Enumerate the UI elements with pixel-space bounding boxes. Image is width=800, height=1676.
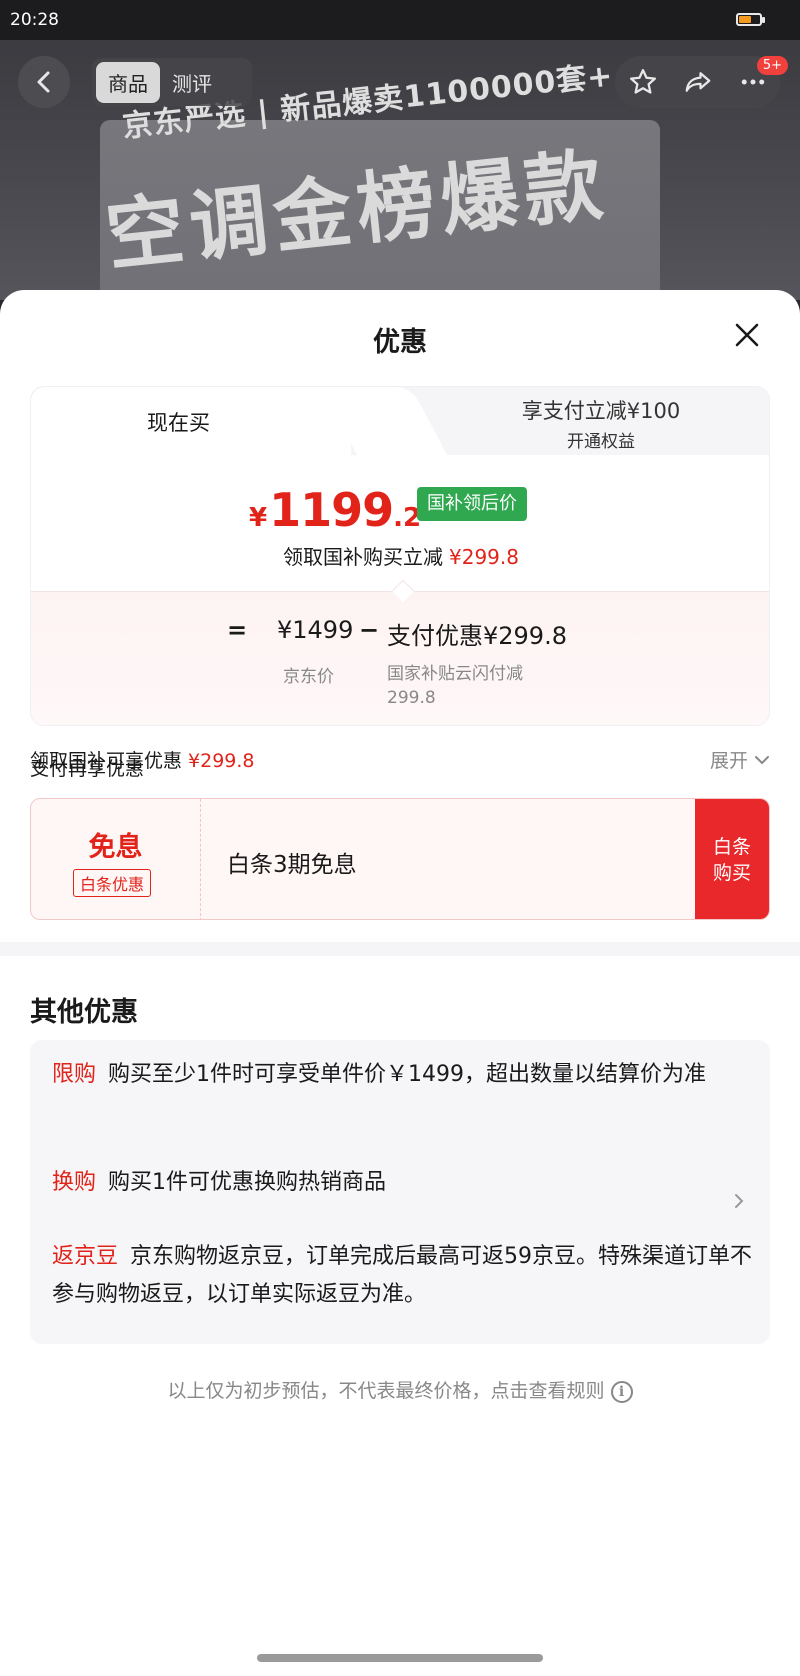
- expand-button[interactable]: 展开: [710, 746, 770, 773]
- price-currency: ¥: [249, 503, 268, 533]
- tab-pay-discount[interactable]: 享支付立减¥100 开通权益: [431, 395, 769, 452]
- tab-pay-main: 享支付立减¥100: [521, 399, 681, 423]
- star-icon[interactable]: [628, 67, 658, 97]
- baitiao-card-inner: 免息 白条优惠 白条3期免息 白条购买: [30, 798, 770, 920]
- baitiao-buy-label: 白条购买: [712, 836, 751, 884]
- info-icon: i: [610, 1380, 633, 1403]
- baitiao-desc: 白条3期免息: [227, 852, 357, 878]
- chevron-down-icon: [755, 755, 769, 764]
- footer-note-text: 以上仅为初步预估，不代表最终价格，点击查看规则: [167, 1380, 605, 1402]
- calc-pay-label: 国家补贴云闪付减299.8: [387, 664, 523, 708]
- expand-label: 展开: [709, 750, 748, 772]
- gov-subsidy-tag: 国补领后价: [417, 487, 527, 521]
- deduct-text: 领取国补购买立减: [283, 545, 443, 569]
- list-item-exchange[interactable]: 换购 购买1件可优惠换购热销商品: [52, 1164, 752, 1202]
- jingdou-tag: 返京豆: [52, 1244, 119, 1269]
- baitiao-buy-button[interactable]: 白条购买: [695, 799, 769, 919]
- baitiao-badge: 免息 白条优惠: [31, 799, 201, 919]
- status-bar: 20:28: [0, 0, 800, 40]
- gov-row-amount: ¥299.8: [188, 750, 255, 772]
- close-icon[interactable]: [730, 318, 764, 352]
- deduct-amount: ¥299.8: [449, 545, 519, 569]
- calc-jd-price: ¥1499: [277, 616, 354, 644]
- sheet-title: 优惠: [373, 327, 427, 358]
- pay-more-label: 支付再享优惠: [30, 758, 145, 780]
- list-item-limit: 限购 购买至少1件时可享受单件价￥1499，超出数量以结算价为准: [52, 1056, 752, 1094]
- chevron-right-icon[interactable]: [730, 1192, 748, 1210]
- baitiao-card: 免息 白条优惠 白条3期免息 白条购买: [30, 798, 770, 920]
- baitiao-tag: 白条优惠: [73, 869, 152, 897]
- price-breakdown: ¥ 1199 .2 国补领后价 领取国补购买立减 ¥299.8 = ¥1499 −…: [31, 455, 769, 725]
- interest-free-label: 免息: [88, 832, 143, 863]
- tab-product[interactable]: 商品: [96, 61, 160, 103]
- nav-tabs: 商品 测评: [92, 58, 252, 106]
- calc-jd-label: 京东价: [283, 667, 334, 687]
- message-badge: 5+: [756, 56, 788, 75]
- final-price: ¥ 1199 .2: [249, 483, 421, 537]
- calc-section: = ¥1499 − 支付优惠¥299.8 京东价 国家补贴云闪付减299.8: [31, 591, 769, 725]
- price-integer: 1199: [269, 483, 394, 537]
- other-discounts-list: 限购 购买至少1件时可享受单件价￥1499，超出数量以结算价为准 换购 购买1件可优…: [30, 1040, 770, 1344]
- calc-pay-discount: 支付优惠¥299.8: [387, 622, 567, 650]
- back-button[interactable]: [18, 56, 70, 108]
- limit-tag: 限购: [52, 1062, 97, 1087]
- section-divider: [0, 942, 800, 956]
- exchange-tag: 换购: [52, 1170, 97, 1195]
- price-card: 享支付立减¥100 开通权益 现在买 ¥ 1199 .2 国补领后价 领取国补购…: [30, 386, 770, 726]
- status-time: 20:28: [10, 10, 59, 30]
- rules-link[interactable]: 以上仅为初步预估，不代表最终价格，点击查看规则 i: [0, 1376, 800, 1403]
- calc-equals: =: [227, 616, 248, 644]
- deduct-line: 领取国补购买立减 ¥299.8: [31, 541, 769, 570]
- other-discounts-title: 其他优惠: [30, 997, 138, 1028]
- limit-text: 购买至少1件时可享受单件价￥1499，超出数量以结算价为准: [108, 1062, 707, 1087]
- tab-pay-sub: 开通权益: [567, 432, 635, 452]
- calc-minus: −: [359, 616, 380, 644]
- home-indicator: [257, 1654, 543, 1662]
- jingdou-text: 京东购物返京豆，订单完成后最高可返59京豆。特殊渠道订单不参与购物返豆，以订单实…: [52, 1244, 753, 1307]
- tab-review[interactable]: 测评: [160, 62, 224, 103]
- battery-icon: [736, 13, 765, 26]
- tab-buy-now-label: 现在买: [147, 411, 210, 435]
- list-item-jingdou: 返京豆 京东购物返京豆，订单完成后最高可返59京豆。特殊渠道订单不参与购物返豆，以…: [52, 1238, 752, 1314]
- battery-fill: [739, 16, 751, 23]
- share-icon[interactable]: [683, 67, 713, 97]
- nav-actions: [615, 56, 780, 108]
- tab-buy-now[interactable]: 现在买: [31, 387, 351, 457]
- exchange-text: 购买1件可优惠换购热销商品: [108, 1170, 387, 1195]
- discount-sheet: 优惠 享支付立减¥100 开通权益 现在买 ¥ 1199 .2 国补领后价 领取…: [0, 290, 800, 1676]
- chevron-left-icon: [37, 71, 50, 93]
